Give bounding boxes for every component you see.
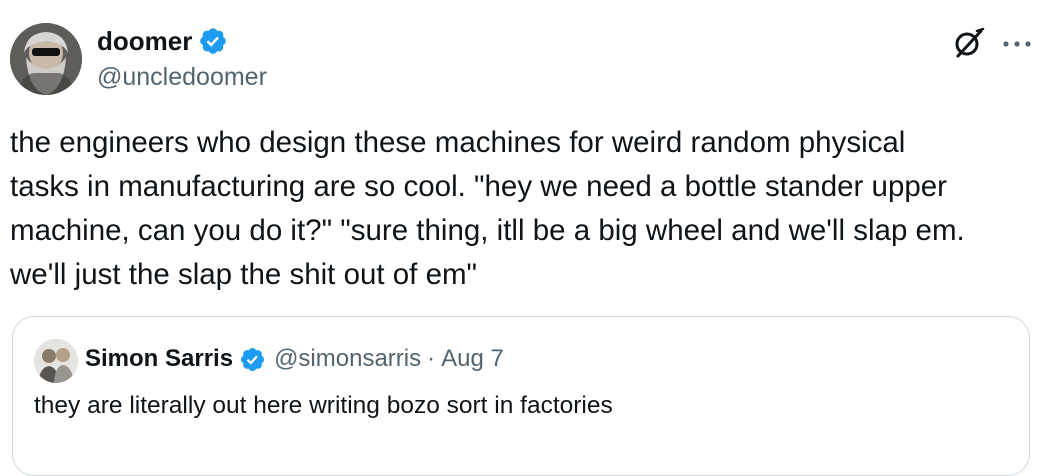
quoted-tweet-card[interactable]: Simon Sarris @simonsarris · Aug 7 they a… [12,316,1030,476]
quoted-author-avatar[interactable] [34,339,78,383]
verified-badge-icon [241,347,265,371]
tweet-text: the engineers who design these machines … [10,126,965,291]
author-name[interactable]: doomer [97,24,192,58]
quoted-header: Simon Sarris @simonsarris · Aug 7 [85,343,504,375]
quoted-date[interactable]: Aug 7 [441,343,504,375]
verified-badge-icon [200,28,227,54]
quoted-author-name[interactable]: Simon Sarris [85,343,233,375]
author-avatar[interactable] [10,23,82,95]
author-handle[interactable]: @uncledoomer [97,60,267,94]
author-name-row[interactable]: doomer [97,24,228,58]
separator-dot: · [427,345,436,372]
quoted-tweet-text: they are literally out here writing bozo… [34,392,613,419]
grok-icon[interactable] [952,26,986,60]
more-options-icon[interactable] [1001,26,1033,60]
quoted-author-handle[interactable]: @simonsarris [274,343,421,375]
